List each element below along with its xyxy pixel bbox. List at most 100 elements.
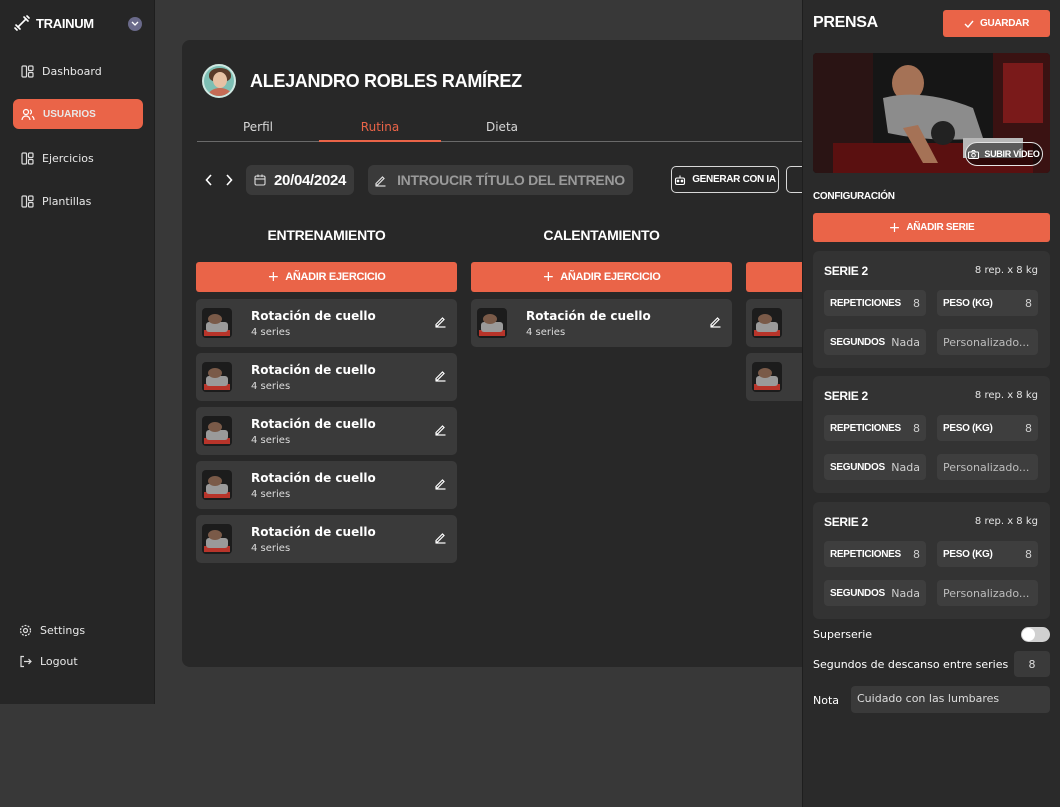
superserie-toggle[interactable]: [1021, 627, 1050, 642]
brand[interactable]: TRAINUM: [14, 15, 94, 31]
serie-title: SERIE 2: [824, 264, 868, 278]
serie-title: SERIE 2: [824, 389, 868, 403]
exercise-card[interactable]: Rotación de cuello 4 series: [196, 353, 457, 401]
custom-seconds-value: Personalizado...: [943, 335, 1030, 349]
exercise-name: Rotación de cuello: [251, 417, 376, 431]
plus-icon: +: [888, 219, 901, 236]
exercise-thumbnail: [752, 308, 782, 338]
chevron-down-icon: [131, 21, 139, 26]
generate-ai-button[interactable]: GENERAR CON IA: [671, 166, 779, 193]
exercise-thumbnail: [202, 470, 232, 500]
reps-value: 8: [913, 421, 920, 435]
prev-date-button[interactable]: [202, 169, 216, 191]
exercise-card[interactable]: Rotación de cuello 4 series: [196, 407, 457, 455]
tab-bar: Perfil Rutina Dieta: [197, 120, 807, 142]
brand-collapse-button[interactable]: [128, 17, 142, 31]
dumbbell-icon: [14, 15, 30, 31]
exercise-sets: 4 series: [526, 327, 566, 338]
custom-seconds-field[interactable]: Personalizado...: [937, 454, 1038, 480]
reps-field[interactable]: REPETICIONES 8: [824, 541, 926, 567]
edit-icon[interactable]: [434, 531, 447, 544]
exercise-thumbnail: [202, 362, 232, 392]
exercise-card[interactable]: Rotación de cuello 4 series: [196, 461, 457, 509]
tab-rutina[interactable]: Rutina: [319, 120, 441, 142]
edit-icon[interactable]: [434, 315, 447, 328]
nota-input[interactable]: Cuidado con las lumbares: [851, 686, 1050, 713]
edit-icon[interactable]: [434, 477, 447, 490]
panel-title: PRENSA: [813, 14, 878, 31]
reps-field[interactable]: REPETICIONES 8: [824, 415, 926, 441]
column-title: ENTRENAMIENTO: [267, 227, 386, 243]
exercise-name: Rotación de cuello: [251, 471, 376, 485]
sidebar: TRAINUM Dashboard USUARIOS Ejercicios Pl…: [0, 0, 155, 704]
exercise-name: Rotación de cuello: [526, 309, 651, 323]
config-label: CONFIGURACIÓN: [813, 191, 895, 202]
workout-title-input[interactable]: INTROUCIR TÍTULO DEL ENTRENO: [368, 165, 633, 195]
sidebar-item-label: USUARIOS: [43, 108, 96, 120]
weight-field[interactable]: PESO (KG) 8: [937, 541, 1038, 567]
exercise-sets: 4 series: [251, 489, 291, 500]
tab-dieta[interactable]: Dieta: [441, 120, 563, 142]
exercise-name: Rotación de cuello: [251, 363, 376, 377]
custom-seconds-field[interactable]: Personalizado...: [937, 580, 1038, 606]
users-icon: [21, 108, 35, 120]
reps-value: 8: [913, 296, 920, 310]
routine-card: ALEJANDRO ROBLES RAMÍREZ Perfil Rutina D…: [182, 40, 826, 667]
seconds-value: Nada: [891, 335, 920, 349]
next-date-button[interactable]: [222, 169, 236, 191]
weight-label: PESO (KG): [943, 548, 993, 560]
sidebar-item-ejercicios[interactable]: Ejercicios: [13, 143, 143, 173]
add-exercise-button[interactable]: + AÑADIR EJERCICIO: [196, 262, 457, 292]
exercise-card[interactable]: Rotación de cuello 4 series: [196, 299, 457, 347]
seconds-field[interactable]: SEGUNDOS Nada: [824, 580, 926, 606]
seconds-field[interactable]: SEGUNDOS Nada: [824, 454, 926, 480]
weight-field[interactable]: PESO (KG) 8: [937, 290, 1038, 316]
date-picker[interactable]: 20/04/2024: [246, 165, 355, 195]
serie-card: SERIE 2 8 rep. x 8 kg REPETICIONES 8 PES…: [813, 251, 1050, 368]
rest-input[interactable]: 8: [1014, 651, 1050, 677]
seconds-field[interactable]: SEGUNDOS Nada: [824, 329, 926, 355]
sidebar-item-dashboard[interactable]: Dashboard: [13, 56, 143, 86]
edit-icon[interactable]: [434, 369, 447, 382]
dashboard-icon: [21, 64, 34, 78]
brand-name: TRAINUM: [36, 15, 94, 31]
save-button[interactable]: GUARDAR: [943, 10, 1050, 37]
reps-label: REPETICIONES: [830, 548, 901, 560]
exercise-sets: 4 series: [251, 435, 291, 446]
exercise-card[interactable]: Rotación de cuello 4 series: [196, 515, 457, 563]
seconds-label: SEGUNDOS: [830, 336, 885, 348]
settings-label: Settings: [40, 623, 86, 637]
add-serie-button[interactable]: + AÑADIR SERIE: [813, 213, 1050, 242]
weight-label: PESO (KG): [943, 422, 993, 434]
sidebar-item-usuarios[interactable]: USUARIOS: [13, 99, 143, 129]
edit-icon[interactable]: [434, 423, 447, 436]
serie-card: SERIE 2 8 rep. x 8 kg REPETICIONES 8 PES…: [813, 376, 1050, 493]
serie-summary: 8 rep. x 8 kg: [974, 516, 1038, 527]
seconds-value: Nada: [891, 460, 920, 474]
settings-link[interactable]: Settings: [11, 615, 141, 645]
chevron-left-icon: [205, 174, 212, 186]
sidebar-item-label: Plantillas: [42, 194, 92, 208]
edit-icon[interactable]: [709, 315, 722, 328]
weight-value: 8: [1025, 296, 1032, 310]
weight-field[interactable]: PESO (KG) 8: [937, 415, 1038, 441]
exercise-card[interactable]: Rotación de cuello 4 series: [471, 299, 732, 347]
column-title: CALENTAMIENTO: [543, 227, 660, 243]
exercise-sets: 4 series: [251, 381, 291, 392]
chevron-right-icon: [226, 174, 233, 186]
add-exercise-label: AÑADIR EJERCICIO: [285, 271, 386, 283]
tab-perfil[interactable]: Perfil: [197, 120, 319, 142]
add-exercise-button[interactable]: + AÑADIR EJERCICIO: [471, 262, 732, 292]
seconds-value: Nada: [891, 586, 920, 600]
avatar: [202, 64, 236, 98]
reps-field[interactable]: REPETICIONES 8: [824, 290, 926, 316]
check-icon: [964, 20, 974, 28]
custom-seconds-field[interactable]: Personalizado...: [937, 329, 1038, 355]
upload-video-button[interactable]: SUBIR VÍDEO: [965, 142, 1043, 166]
serie-summary: 8 rep. x 8 kg: [974, 390, 1038, 401]
sidebar-item-plantillas[interactable]: Plantillas: [13, 186, 143, 216]
logout-link[interactable]: Logout: [11, 646, 141, 676]
custom-seconds-value: Personalizado...: [943, 586, 1030, 600]
seconds-label: SEGUNDOS: [830, 587, 885, 599]
weight-label: PESO (KG): [943, 297, 993, 309]
